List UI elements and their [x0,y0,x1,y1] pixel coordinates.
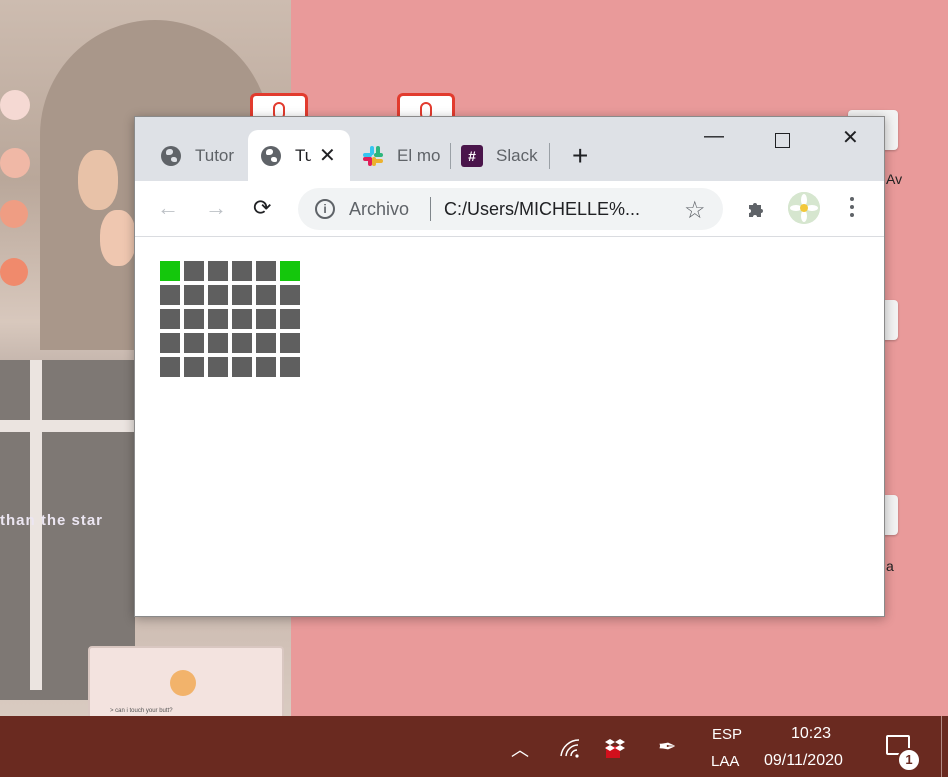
keyboard-layout[interactable]: LAA [711,753,739,770]
show-desktop-button[interactable] [941,716,942,777]
forward-arrow-icon[interactable]: → [205,197,227,219]
browser-toolbar: ← → ⟳ i Archivo C:/Users/MICHELLE%... ☆ [135,181,884,237]
grid-cell[interactable] [160,357,180,377]
tab-strip: Tutor Tu ✕ El mo # Slack + — ✕ [135,117,884,181]
tab-tutorial[interactable]: Tutor [149,130,241,181]
chevron-up-icon[interactable]: ︿ [511,736,529,762]
tab-active[interactable]: Tu ✕ [248,130,350,181]
grid-cell[interactable] [208,333,228,353]
tab-slack[interactable]: # Slack [461,130,547,181]
wallpaper-window-frame [0,420,135,432]
grid-cell[interactable] [232,285,252,305]
grid-cell[interactable] [256,333,276,353]
tab-slack-channel[interactable]: El mo [359,130,449,181]
grid-cell[interactable] [280,333,300,353]
grid-cell[interactable] [160,333,180,353]
close-tab-icon[interactable]: ✕ [319,143,336,168]
grid-cell-active[interactable] [280,261,300,281]
grid-cell[interactable] [280,357,300,377]
extensions-puzzle-icon[interactable] [746,199,766,219]
grid-cell-active[interactable] [160,261,180,281]
tab-title: El mo [397,145,441,165]
address-bar[interactable]: i Archivo C:/Users/MICHELLE%... ☆ [298,188,723,230]
close-window-button[interactable]: ✕ [842,125,859,150]
wallpaper-tulip [78,150,118,210]
grid-cell[interactable] [256,357,276,377]
cell-grid [160,261,300,377]
grid-cell[interactable] [280,285,300,305]
grid-cell[interactable] [160,285,180,305]
slack-icon: # [461,144,483,167]
pen-icon[interactable]: ✒ [658,734,676,760]
grid-cell[interactable] [184,309,204,329]
grid-cell[interactable] [232,261,252,281]
back-arrow-icon[interactable]: ← [157,197,179,219]
grid-cell[interactable] [256,285,276,305]
profile-avatar[interactable] [788,192,820,224]
globe-icon [161,145,181,166]
more-menu-icon[interactable] [850,197,854,221]
wallpaper-tulip [100,210,136,266]
notification-badge: 1 [897,748,921,772]
omnibox-divider [430,197,431,221]
grid-cell[interactable] [256,309,276,329]
grid-cell[interactable] [160,309,180,329]
tab-title: Tutor [195,145,235,165]
wallpaper-card: > can i touch your butt? [88,646,284,720]
info-icon[interactable]: i [315,199,335,219]
globe-icon [261,145,281,166]
grid-cell[interactable] [208,285,228,305]
reload-icon[interactable]: ⟳ [253,197,271,219]
grid-cell[interactable] [208,357,228,377]
tab-title: Slack [496,145,538,165]
wallpaper-flower [0,200,28,228]
slack-icon [363,145,383,166]
peach-icon [170,670,196,696]
wallpaper-text: than the star [0,512,104,529]
clock-time[interactable]: 10:23 [791,725,831,743]
grid-cell[interactable] [232,357,252,377]
tab-separator [549,143,550,169]
dropbox-icon[interactable] [604,736,628,760]
grid-cell[interactable] [232,333,252,353]
wifi-icon[interactable] [559,738,581,758]
page-content [135,237,884,616]
grid-cell[interactable] [208,261,228,281]
desktop-icon-label[interactable]: Av [886,171,902,187]
language-code[interactable]: ESP [712,726,742,743]
clock-date[interactable]: 09/11/2020 [764,752,843,770]
grid-cell[interactable] [184,333,204,353]
grid-cell[interactable] [184,285,204,305]
wallpaper-flower [0,148,30,178]
wallpaper-card-text: > can i touch your butt? [110,708,173,714]
grid-cell[interactable] [208,309,228,329]
grid-cell[interactable] [256,261,276,281]
maximize-button[interactable] [775,133,790,148]
tab-separator [450,143,451,169]
tab-title: Tu [295,145,311,165]
wallpaper-flower [0,90,30,120]
minimize-button[interactable]: — [704,125,724,148]
desktop-icon-label[interactable]: a [886,558,894,574]
taskbar: ︿ ✒ ESP LAA 10:23 09/11/2020 1 [0,716,948,777]
url-text[interactable]: C:/Users/MICHELLE%... [444,199,640,220]
daisy-icon [788,192,820,224]
wallpaper-flower [0,258,28,286]
file-scheme-label: Archivo [349,199,410,219]
grid-cell[interactable] [280,309,300,329]
browser-window: Tutor Tu ✕ El mo # Slack + — ✕ ← → ⟳ i A… [134,116,885,617]
grid-cell[interactable] [184,357,204,377]
grid-cell[interactable] [184,261,204,281]
new-tab-button[interactable]: + [572,142,588,170]
grid-cell[interactable] [232,309,252,329]
bookmark-star-icon[interactable]: ☆ [684,196,706,225]
